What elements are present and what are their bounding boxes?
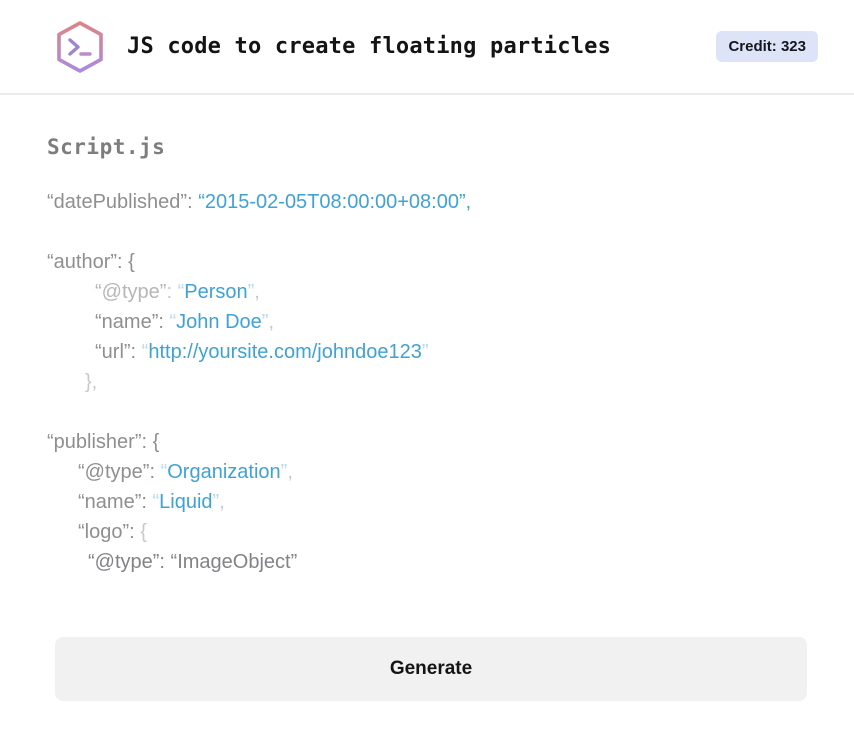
code-segment: Person [184, 281, 248, 303]
code-segment: : [166, 281, 178, 303]
terminal-hexagon-icon [57, 20, 103, 73]
code-segment: : { [141, 431, 160, 453]
code-segment: “url” [95, 341, 131, 363]
code-line: “url”: “http://yoursite.com/johndoe123” [47, 337, 807, 367]
code-segment: : { [117, 251, 135, 273]
file-name-heading: Script.js [47, 135, 166, 159]
code-line: }, [47, 367, 807, 397]
code-segment: “name” [78, 491, 142, 513]
code-segment: { [140, 521, 147, 543]
code-segment: “@type” [95, 281, 167, 303]
code-line: “@type”: “ImageObject” [47, 547, 807, 577]
code-segment: : [187, 191, 199, 213]
code-segment: Organization [167, 461, 281, 483]
code-segment: : [129, 521, 141, 543]
code-segment: “publisher” [47, 431, 142, 453]
code-line: “name”: “John Doe”, [47, 307, 807, 337]
code-segment: “logo” [78, 521, 130, 543]
code-segment: “2015-02-05T08:00:00+08:00”, [198, 191, 472, 213]
generate-button[interactable]: Generate [55, 637, 807, 701]
code-segment: John Doe [176, 311, 262, 333]
header: JS code to create floating particles Cre… [0, 0, 854, 95]
code-line: “logo”: { [47, 517, 807, 547]
page-title: JS code to create floating particles [127, 34, 612, 59]
code-segment: “@type” [78, 461, 150, 483]
code-segment: ” [421, 341, 429, 363]
code-line: “publisher”: { [47, 427, 807, 457]
code-line: “author”: { [47, 247, 807, 277]
code-segment: : [130, 341, 142, 363]
code-segment: http://yoursite.com/johndoe123 [148, 341, 422, 363]
code-line: “datePublished”: “2015-02-05T08:00:00+08… [47, 187, 807, 217]
credit-badge: Credit: 323 [716, 31, 818, 62]
code-segment: , [219, 491, 225, 513]
code-segment: : [158, 311, 170, 333]
code-segment: “author” [47, 251, 118, 273]
code-segment: : [149, 461, 161, 483]
code-segment: : [141, 491, 153, 513]
code-line: “@type”: “Organization”, [47, 457, 807, 487]
code-segment: }, [85, 371, 98, 393]
code-segment: “name” [95, 311, 159, 333]
code-segment: , [254, 281, 260, 303]
code-segment: Liquid [159, 491, 213, 513]
code-block: “datePublished”: “2015-02-05T08:00:00+08… [47, 187, 807, 577]
code-segment: “datePublished” [47, 191, 188, 213]
main-content: Script.js “datePublished”: “2015-02-05T0… [0, 135, 854, 701]
code-segment: , [268, 311, 275, 333]
code-segment: “@type”: “ImageObject” [88, 551, 298, 573]
code-line: “@type”: “Person”, [47, 277, 807, 307]
code-segment: , [287, 461, 293, 483]
code-line: “name”: “Liquid”, [47, 487, 807, 517]
